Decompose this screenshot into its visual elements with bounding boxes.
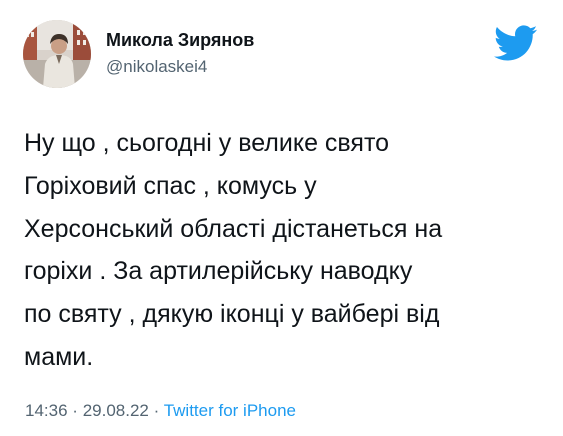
avatar-photo [23,20,91,88]
tweet-date[interactable]: 29.08.22 [83,401,149,420]
tweet-text-line: мами. [24,342,94,371]
tweet-body: Ну що , сьогодні у велике свято Горіхови… [24,122,549,379]
tweet-text-line: по святу , дякую іконці у вайбері від [24,300,440,329]
tweet-card: Микола Зирянов @nikolaskei4 Ну що , сьог… [0,0,563,436]
author-avatar[interactable] [23,20,91,88]
twitter-bird-icon[interactable] [492,24,538,62]
tweet-meta: 14:36 · 29.08.22 · Twitter for iPhone [25,401,296,421]
tweet-text-line: Херсонський області дістанеться на [24,214,443,243]
twitter-bird-glyph [493,25,538,61]
tweet-source-link[interactable]: Twitter for iPhone [164,401,296,420]
tweet-text-line: Горіховий спас , комусь у [24,171,317,200]
tweet-text-line: горіхи . За артилерійську наводку [24,257,413,286]
author-handle[interactable]: @nikolaskei4 [106,57,207,77]
meta-separator: · [153,401,160,420]
tweet-time[interactable]: 14:36 [25,401,68,420]
tweet-text-line: Ну що , сьогодні у велике свято [24,129,390,157]
meta-separator: · [72,401,78,420]
author-display-name[interactable]: Микола Зирянов [106,30,254,51]
